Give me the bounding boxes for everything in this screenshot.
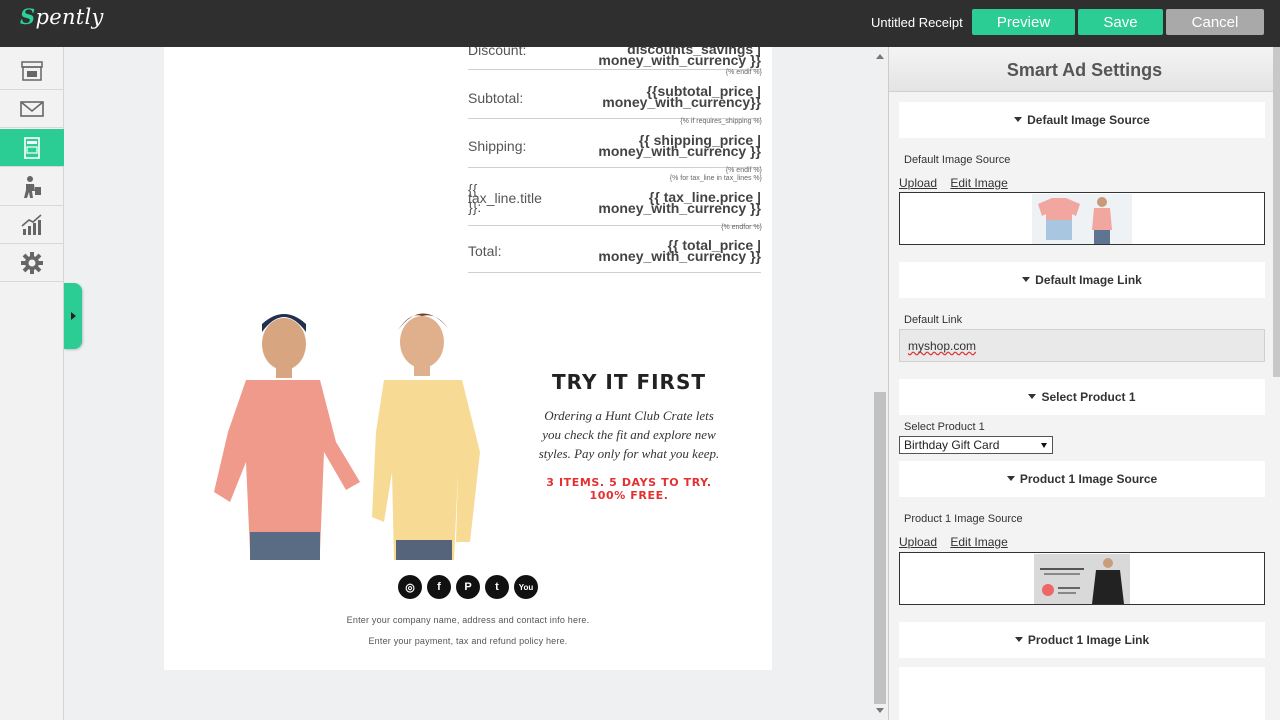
- social-links: ◎ f P t You: [398, 575, 538, 599]
- liquid-endif-2: {% endif %}: [725, 167, 762, 174]
- product-1-image-source-label: Product 1 Image Source: [904, 513, 1023, 525]
- default-link-input[interactable]: myshop.com: [899, 329, 1265, 362]
- shipping-label: Shipping:: [468, 138, 527, 154]
- instagram-icon[interactable]: ◎: [398, 575, 422, 599]
- product-1-image-actions: Upload Edit Image: [899, 535, 1018, 549]
- section-title: Default Image Source: [899, 113, 1265, 127]
- sidebar-item-customers[interactable]: [0, 168, 64, 206]
- liquid-if-shipping: {% if requires_shipping %}: [680, 118, 762, 125]
- tax-value: {{ tax_line.price | money_with_currency …: [598, 189, 761, 216]
- section-product-1-image-link[interactable]: Product 1 Image Link: [899, 622, 1265, 658]
- left-sidebar: [0, 47, 64, 720]
- liquid-endif: {% endif %}: [725, 69, 762, 76]
- subtotal-label: Subtotal:: [468, 90, 524, 106]
- sidebar-item-settings[interactable]: [0, 244, 64, 282]
- total-label: Total:: [468, 243, 502, 259]
- smart-ad-settings-panel: Smart Ad Settings Default Image Source D…: [888, 47, 1280, 720]
- section-product-1-image-source[interactable]: Product 1 Image Source: [899, 461, 1265, 497]
- edit-image-link[interactable]: Edit Image: [950, 535, 1007, 549]
- upload-link[interactable]: Upload: [899, 535, 937, 549]
- document-title[interactable]: Untitled Receipt: [871, 15, 963, 30]
- scroll-up-icon[interactable]: [876, 54, 884, 59]
- section-title: Product 1 Image Source: [899, 472, 1265, 486]
- shirt-thumbnail: [1032, 194, 1132, 244]
- discount-row: Discount: discounts_savings | money_with…: [468, 47, 761, 70]
- select-product-1-label: Select Product 1: [904, 421, 985, 433]
- product-banner-thumbnail: [1034, 554, 1130, 604]
- ad-headline: TRY IT FIRST: [552, 370, 706, 394]
- section-title: Product 1 Image Link: [899, 633, 1265, 647]
- edit-image-link[interactable]: Edit Image: [950, 176, 1007, 190]
- tax-label: {{ tax_line.title }}:: [468, 181, 542, 215]
- total-value: {{ total_price | money_with_currency }}: [598, 237, 761, 264]
- receipt-template-icon: [24, 136, 40, 159]
- discount-label: Discount:: [468, 47, 527, 58]
- upload-link[interactable]: Upload: [899, 176, 937, 190]
- receipt-preview: Discount: discounts_savings | money_with…: [164, 47, 772, 670]
- default-link-value: myshop.com: [908, 339, 977, 353]
- section-default-image-link[interactable]: Default Image Link: [899, 262, 1265, 298]
- default-image-actions: Upload Edit Image: [899, 176, 1018, 190]
- total-row: Total: {{ total_price | money_with_curre…: [468, 232, 761, 273]
- canvas-scrollbar[interactable]: [872, 47, 888, 720]
- default-image-preview[interactable]: [899, 192, 1265, 245]
- preview-button[interactable]: Preview: [972, 9, 1075, 35]
- default-link-label: Default Link: [904, 314, 963, 326]
- product-1-select[interactable]: Birthday Gift Card: [899, 436, 1053, 454]
- gear-icon: [21, 251, 43, 274]
- shipping-value: {{ shipping_price | money_with_currency …: [598, 132, 761, 159]
- tax-row: {{ tax_line.title }}: {{ tax_line.price …: [468, 181, 761, 226]
- facebook-icon[interactable]: f: [427, 575, 451, 599]
- sidebar-item-analytics[interactable]: [0, 206, 64, 244]
- cancel-button[interactable]: Cancel: [1166, 9, 1264, 35]
- footer-company-info: Enter your company name, address and con…: [346, 615, 590, 625]
- canvas-scroll-thumb[interactable]: [874, 392, 886, 704]
- logo-text: pently: [35, 5, 104, 29]
- section-select-product-1[interactable]: Select Product 1: [899, 379, 1265, 415]
- liquid-for-tax: {% for tax_line in tax_lines %}: [669, 175, 762, 182]
- spently-logo[interactable]: Spently: [20, 4, 104, 29]
- settings-scrollbar[interactable]: [1273, 47, 1280, 377]
- panel-title: Smart Ad Settings: [889, 47, 1280, 92]
- ad-copy: TRY IT FIRST Ordering a Hunt Club Crate …: [534, 370, 724, 502]
- shipping-row: Shipping: {{ shipping_price | money_with…: [468, 126, 761, 168]
- top-bar: Spently Untitled Receipt Preview Save Ca…: [0, 0, 1280, 47]
- section-product-1-link-body: [899, 667, 1265, 720]
- section-title: Default Image Link: [899, 273, 1265, 287]
- mail-icon: [20, 100, 44, 117]
- subtotal-value: {{subtotal_price | money_with_currency}}: [602, 83, 761, 110]
- ad-tagline: 3 ITEMS. 5 DAYS TO TRY. 100% FREE.: [546, 476, 712, 502]
- default-image-source-label: Default Image Source: [904, 154, 1011, 166]
- product-1-image-preview[interactable]: [899, 552, 1265, 605]
- shopper-icon: [24, 175, 41, 198]
- sidebar-item-receipts[interactable]: [0, 129, 64, 167]
- section-default-image-source[interactable]: Default Image Source: [899, 102, 1265, 138]
- scroll-down-icon[interactable]: [876, 708, 884, 713]
- pinterest-icon[interactable]: P: [456, 575, 480, 599]
- chevron-right-icon: [70, 312, 76, 320]
- liquid-endfor: {% endfor %}: [721, 224, 762, 231]
- youtube-icon[interactable]: You: [514, 575, 538, 599]
- sidebar-item-email[interactable]: [0, 90, 64, 128]
- ad-hero-image[interactable]: [188, 302, 518, 560]
- subtotal-row: Subtotal: {{subtotal_price | money_with_…: [468, 77, 761, 119]
- section-title: Select Product 1: [899, 390, 1265, 404]
- twitter-icon[interactable]: t: [485, 575, 509, 599]
- store-icon: [21, 60, 43, 81]
- ad-body: Ordering a Hunt Club Crate lets you chec…: [538, 408, 720, 461]
- save-button[interactable]: Save: [1078, 9, 1163, 35]
- sidebar-toggle-button[interactable]: [64, 283, 82, 349]
- sidebar-item-store[interactable]: [0, 52, 64, 90]
- analytics-icon: [21, 213, 42, 235]
- footer-policy: Enter your payment, tax and refund polic…: [368, 636, 568, 646]
- discount-value: discounts_savings | money_with_currency …: [598, 47, 761, 68]
